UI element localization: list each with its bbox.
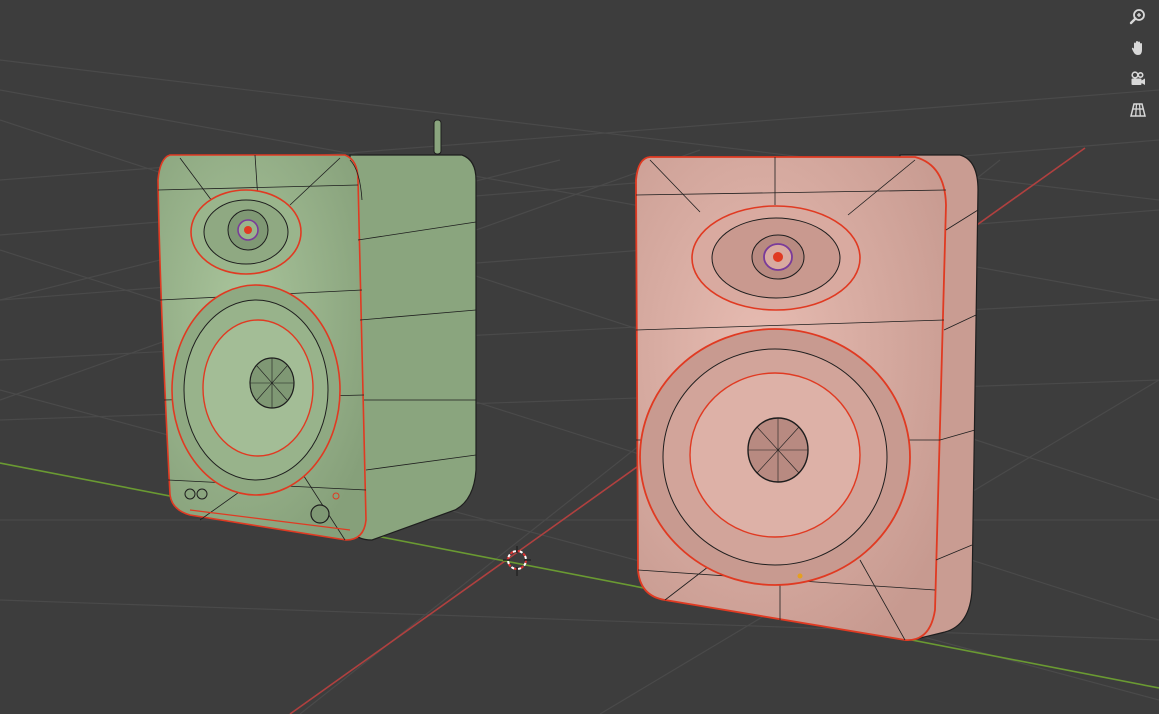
zoom-button[interactable] (1125, 4, 1151, 30)
camera-icon (1131, 71, 1145, 85)
viewport-scene[interactable] (0, 0, 1159, 714)
zoom-icon (1129, 9, 1145, 25)
pink-speaker[interactable] (635, 154, 979, 641)
navigation-gizmo (1125, 4, 1151, 123)
hand-icon (1131, 41, 1142, 55)
camera-view-button[interactable] (1125, 66, 1151, 92)
green-speaker[interactable] (157, 119, 477, 541)
pan-button[interactable] (1125, 35, 1151, 61)
perspective-toggle-button[interactable] (1125, 97, 1151, 123)
grid-icon (1130, 103, 1146, 117)
3d-viewport[interactable] (0, 0, 1159, 714)
